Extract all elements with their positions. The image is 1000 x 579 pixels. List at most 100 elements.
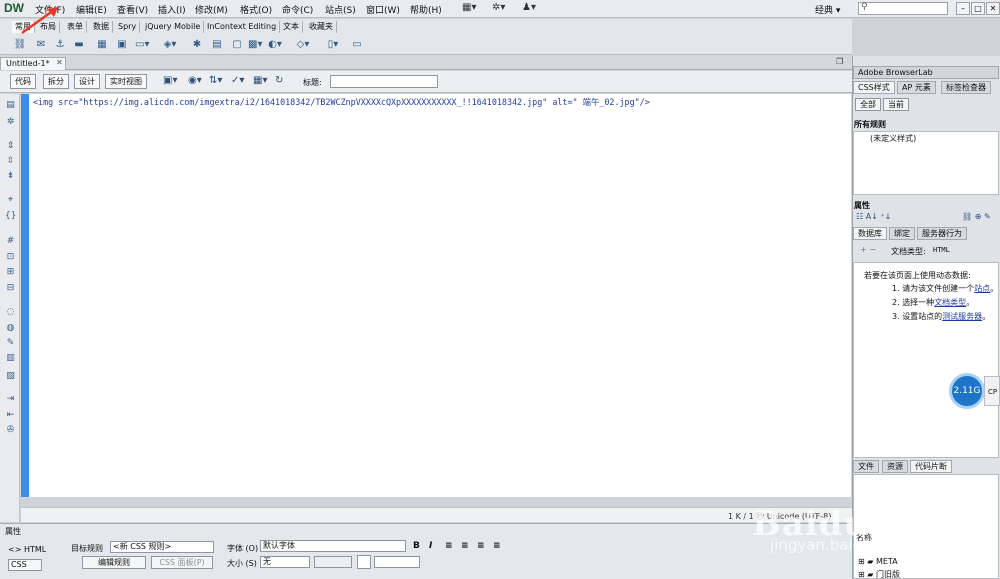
syntax-error-icon[interactable]: ⊞ [5, 267, 16, 278]
collapse-selection-icon[interactable]: ⇳ [5, 156, 16, 167]
menu-help[interactable]: 帮助(H) [410, 3, 442, 16]
insert-tab-text[interactable]: 文本 [280, 21, 303, 33]
w3c-validation-icon[interactable]: ✓▾ [231, 75, 244, 86]
align-left-button[interactable]: ≡ [445, 541, 453, 551]
close-button[interactable]: ✕ [986, 2, 1000, 15]
css-mode-button[interactable]: CSS [8, 559, 42, 571]
move-css-icon[interactable]: ▧ [5, 371, 16, 382]
remove-comment-icon[interactable]: ◍ [5, 323, 16, 334]
property-view-icons[interactable]: ☷ A↓ ⁺↓ [856, 212, 891, 221]
tab-ap-elements[interactable]: AP 元素 [897, 81, 936, 94]
close-tab-icon[interactable]: ✕ [56, 58, 63, 67]
text-color-swatch[interactable] [357, 555, 371, 569]
tag-chooser-icon[interactable]: ▯▾ [326, 38, 340, 51]
recent-snippets-icon[interactable]: ▥ [5, 353, 16, 364]
tab-files[interactable]: 文件 [853, 460, 879, 473]
apply-comment-icon[interactable]: ◌ [5, 307, 16, 318]
collapse-tag-icon[interactable]: ⇕ [5, 141, 16, 152]
tab-tag-inspector[interactable]: 标签检查器 [941, 81, 991, 94]
italic-button[interactable]: I [429, 541, 432, 551]
html-mode-button[interactable]: <> HTML [8, 545, 46, 554]
insert-tab-favorites[interactable]: 收藏夹 [306, 21, 337, 33]
multiscreen-icon[interactable]: ▣▾ [163, 75, 177, 86]
word-wrap-icon[interactable]: ⊟ [5, 283, 16, 294]
date-icon[interactable]: ✱ [190, 38, 204, 51]
snippet-folder-legacy[interactable]: ⊞ ▰ 门旧版 [858, 569, 900, 579]
css-panel-button[interactable]: CSS 面板(P) [151, 556, 213, 569]
comment-icon[interactable]: ▢ [230, 38, 244, 51]
help-search-input[interactable] [858, 2, 948, 15]
minimize-button[interactable]: – [956, 2, 970, 15]
design-view-button[interactable]: 设计 [74, 74, 100, 89]
preview-browser-icon[interactable]: ◉▾ [188, 75, 202, 86]
split-view-button[interactable]: 拆分 [43, 74, 69, 89]
templates-icon[interactable]: ◇▾ [296, 38, 310, 51]
cpu-usage-tab[interactable]: CP [984, 376, 1000, 406]
justify-button[interactable]: ≡ [493, 541, 501, 551]
maximize-button[interactable]: □ [971, 2, 985, 15]
insert-tab-forms[interactable]: 表单 [64, 21, 87, 33]
open-documents-icon[interactable]: ▤ [5, 100, 16, 111]
show-code-navigator-icon[interactable]: ✲ [5, 117, 16, 128]
indent-code-icon[interactable]: ⇥ [5, 394, 16, 405]
font-select[interactable]: 默认字体 [260, 540, 406, 552]
size-unit-select[interactable] [314, 556, 352, 568]
insert-tab-data[interactable]: 数据 [90, 21, 113, 33]
table-icon[interactable]: ▦ [95, 38, 109, 51]
undefined-style-item[interactable]: (未定义样式) [870, 133, 916, 144]
file-management-icon[interactable]: ⇅▾ [209, 75, 222, 86]
hyperlink-icon[interactable]: ⛓ [13, 38, 27, 51]
menu-modify[interactable]: 修改(M) [195, 3, 228, 16]
menu-site[interactable]: 站点(S) [325, 3, 356, 16]
memory-usage-bubble[interactable]: 2.11G [949, 373, 985, 409]
div-tag-icon[interactable]: ▣ [115, 38, 129, 51]
site-link[interactable]: 站点 [974, 284, 990, 293]
script-icon[interactable]: ◐▾ [268, 38, 282, 51]
named-anchor-icon[interactable]: ⚓ [53, 38, 67, 51]
server-include-icon[interactable]: ▤ [210, 38, 224, 51]
wrap-tag-icon[interactable]: ✎ [5, 338, 16, 349]
css-current-button[interactable]: 当前 [883, 98, 909, 111]
menu-window[interactable]: 窗口(W) [366, 3, 400, 16]
image-icon[interactable]: ▭▾ [135, 38, 149, 51]
select-parent-tag-icon[interactable]: ⌖ [5, 195, 16, 206]
balance-braces-icon[interactable]: {} [5, 211, 16, 222]
media-icon[interactable]: ◈▾ [163, 38, 177, 51]
browserlab-panel-header[interactable]: Adobe BrowserLab [853, 66, 999, 79]
menu-commands[interactable]: 命令(C) [282, 3, 313, 16]
tag-icon[interactable]: ▭ [350, 38, 364, 51]
tab-bindings[interactable]: 绑定 [889, 227, 915, 240]
title-input[interactable] [330, 75, 438, 88]
add-remove-icons[interactable]: + − [860, 245, 876, 254]
outdent-code-icon[interactable]: ⇤ [5, 410, 16, 421]
insert-tab-incontext[interactable]: InContext Editing [204, 21, 281, 33]
test-server-link[interactable]: 测试服务器 [942, 312, 982, 321]
code-line[interactable]: <img src="https://img.alicdn.com/imgextr… [33, 96, 650, 108]
bold-button[interactable]: B [413, 541, 420, 551]
layout-icon[interactable]: ▦▾ [462, 2, 476, 13]
extend-gear-icon[interactable]: ✲▾ [492, 2, 505, 13]
insert-tab-jquery-mobile[interactable]: jQuery Mobile [142, 21, 205, 33]
code-editor[interactable] [29, 94, 851, 497]
tab-assets[interactable]: 资源 [882, 460, 908, 473]
insert-tab-spry[interactable]: Spry [115, 21, 141, 33]
css-all-button[interactable]: 全部 [855, 98, 881, 111]
site-icon[interactable]: ♟▾ [522, 2, 536, 13]
menu-insert[interactable]: 插入(I) [158, 3, 186, 16]
align-center-button[interactable]: ≡ [461, 541, 469, 551]
text-color-input[interactable] [374, 556, 420, 568]
code-view-button[interactable]: 代码 [10, 74, 36, 89]
live-view-button[interactable]: 实时视图 [105, 74, 147, 89]
expand-all-icon[interactable]: ⇟ [5, 171, 16, 182]
tab-server-behaviors[interactable]: 服务器行为 [917, 227, 967, 240]
doc-type-link[interactable]: 文档类型 [934, 298, 966, 307]
snippet-folder-meta[interactable]: ⊞ ▰ META [858, 557, 898, 566]
tab-databases[interactable]: 数据库 [853, 227, 887, 240]
email-link-icon[interactable]: ✉ [34, 38, 48, 51]
size-select[interactable]: 无 [260, 556, 310, 568]
refresh-icon[interactable]: ↻ [275, 75, 283, 86]
tab-snippets[interactable]: 代码片断 [910, 460, 952, 473]
workspace-switcher[interactable]: 经典 ▾ [815, 3, 840, 16]
align-right-button[interactable]: ≡ [477, 541, 485, 551]
line-numbers-icon[interactable]: # [5, 236, 16, 247]
